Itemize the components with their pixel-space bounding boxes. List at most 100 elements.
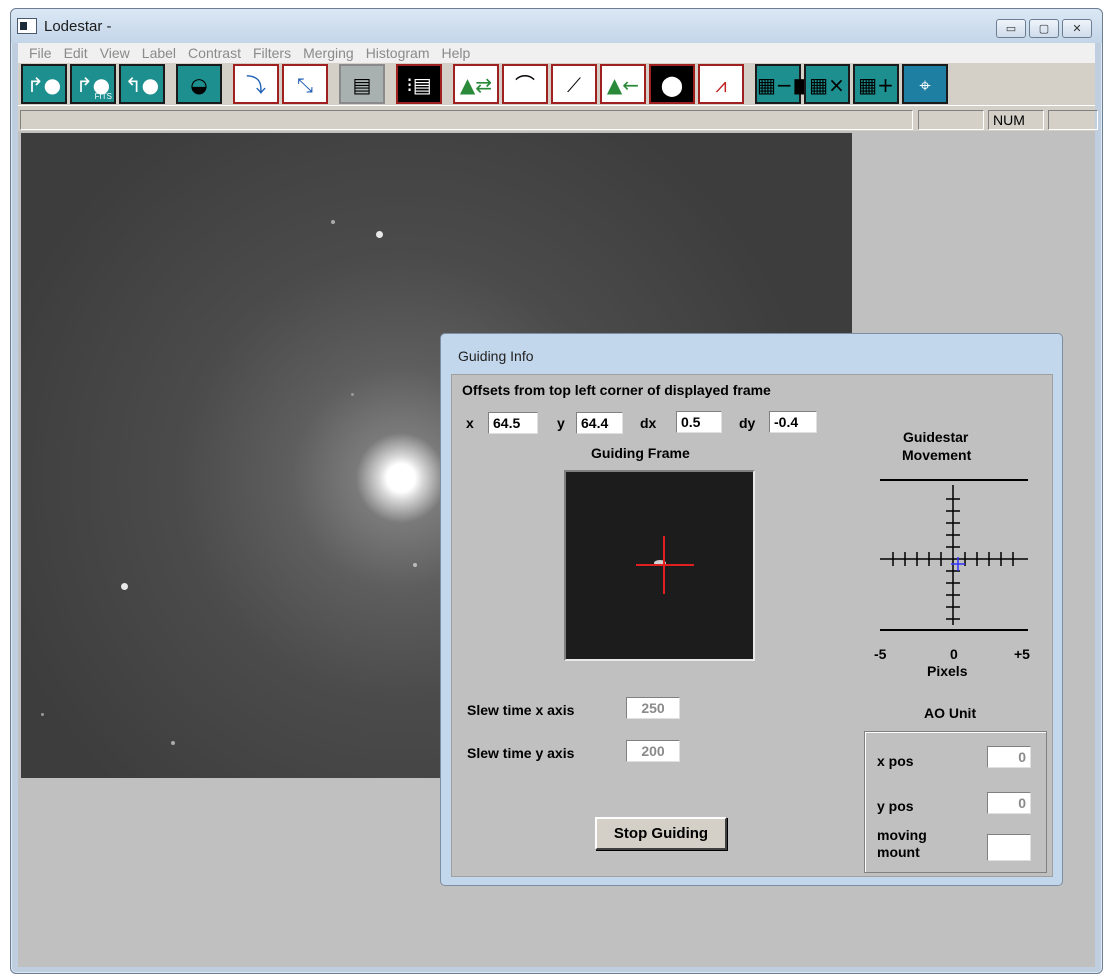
status-num-indicator: NUM <box>988 110 1044 130</box>
import-button[interactable]: ⤵ <box>233 64 279 104</box>
multiply-icon: ▦× <box>809 73 845 97</box>
menu-merging[interactable]: Merging <box>297 43 360 63</box>
slew-y-label: Slew time y axis <box>467 745 575 761</box>
telescope-button[interactable]: ⌖ <box>902 64 948 104</box>
open-file-icon: ↱● <box>26 73 62 97</box>
close-button[interactable]: ✕ <box>1062 19 1092 38</box>
dx-label: dx <box>640 415 657 431</box>
star <box>41 713 44 716</box>
save-file-icon: ↰● <box>124 73 160 97</box>
pixels-label: Pixels <box>927 663 968 679</box>
circle-icon: ⬤ <box>660 73 684 97</box>
menu-edit[interactable]: Edit <box>58 43 94 63</box>
menu-label[interactable]: Label <box>136 43 182 63</box>
x-label: x <box>466 415 474 431</box>
star <box>376 231 383 238</box>
dy-label: dy <box>739 415 756 431</box>
stars-icon: ⁝▤ <box>406 73 432 97</box>
menu-file[interactable]: File <box>23 43 58 63</box>
menu-help[interactable]: Help <box>435 43 476 63</box>
info-button[interactable]: ▤ <box>339 64 385 104</box>
guiding-frame-view <box>564 470 755 661</box>
ao-x-field[interactable]: 0 <box>987 746 1031 768</box>
title-bar[interactable]: Lodestar - ▭ ▢ ✕ <box>11 9 1102 43</box>
dx-field[interactable]: 0.5 <box>676 411 722 433</box>
status-bar: NUM <box>18 105 1098 131</box>
menu-view[interactable]: View <box>94 43 136 63</box>
menu-filters[interactable]: Filters <box>247 43 297 63</box>
curve-icon: ⌒ <box>515 73 535 97</box>
histogram-stretch-button[interactable]: ▲⇄ <box>453 64 499 104</box>
ao-unit-group: x pos 0 y pos 0 moving mount <box>864 731 1047 873</box>
slew-x-label: Slew time x axis <box>467 702 575 718</box>
x-offset-field[interactable]: 64.5 <box>488 412 538 434</box>
open-file-button[interactable]: ↱● <box>21 64 67 104</box>
subtract-button[interactable]: ▦−■ <box>755 64 812 104</box>
minimize-button[interactable]: ▭ <box>996 19 1026 38</box>
guiding-info-dialog: Guiding Info Offsets from top left corne… <box>440 333 1063 886</box>
moving-mount-field[interactable] <box>987 834 1031 861</box>
histogram-shift-button[interactable]: ▲← <box>600 64 646 104</box>
open-fits-button[interactable]: ↱● FITS <box>70 64 116 104</box>
y-offset-field[interactable]: 64.4 <box>576 412 623 434</box>
stop-guiding-button[interactable]: Stop Guiding <box>595 817 727 850</box>
circle-button[interactable]: ⬤ <box>649 64 695 104</box>
ao-y-label: y pos <box>877 798 914 814</box>
slew-y-field[interactable]: 200 <box>626 740 680 762</box>
dy-field[interactable]: -0.4 <box>769 411 817 433</box>
moving-mount-label-2: mount <box>877 844 920 860</box>
app-icon <box>17 18 37 34</box>
peak-icon: ⩘ <box>715 73 727 97</box>
linear-stretch-button[interactable]: ⟋ <box>551 64 597 104</box>
scale-button[interactable]: ⤡ <box>282 64 328 104</box>
subtract-icon: ▦−■ <box>757 73 812 97</box>
movement-axes <box>880 485 1028 625</box>
guiding-frame-label: Guiding Frame <box>591 445 690 461</box>
menu-histogram[interactable]: Histogram <box>360 43 436 63</box>
menu-bar: File Edit View Label Contrast Filters Me… <box>18 43 1095 63</box>
telescope-icon: ⌖ <box>919 73 931 97</box>
dialog-body: Offsets from top left corner of displaye… <box>451 374 1053 877</box>
scale-min-label: -5 <box>874 646 887 662</box>
offsets-heading: Offsets from top left corner of displaye… <box>462 382 771 398</box>
scale-mid-label: 0 <box>950 646 958 662</box>
stars-button[interactable]: ⁝▤ <box>396 64 442 104</box>
info-icon: ▤ <box>352 73 372 97</box>
star <box>413 563 417 567</box>
guidestar-movement-plot <box>880 479 1028 631</box>
dialog-title: Guiding Info <box>458 348 534 364</box>
linear-stretch-icon: ⟋ <box>567 73 581 97</box>
add-button[interactable]: ▦+ <box>853 64 899 104</box>
save-file-button[interactable]: ↰● <box>119 64 165 104</box>
scale-icon: ⤡ <box>297 73 313 97</box>
movement-label-1: Guidestar <box>903 429 969 445</box>
star <box>331 220 335 224</box>
moving-mount-label-1: moving <box>877 827 927 843</box>
curve-button[interactable]: ⌒ <box>502 64 548 104</box>
ao-x-label: x pos <box>877 753 914 769</box>
multiply-button[interactable]: ▦× <box>804 64 850 104</box>
ao-unit-label: AO Unit <box>924 705 977 721</box>
maximize-button[interactable]: ▢ <box>1029 19 1059 38</box>
y-label: y <box>557 415 565 431</box>
star <box>351 393 354 396</box>
status-message-panel <box>20 110 913 130</box>
histogram-stretch-icon: ▲⇄ <box>459 73 493 97</box>
star <box>121 583 128 590</box>
histogram-shift-icon: ▲← <box>606 73 640 97</box>
filter-icon: ◒ <box>190 73 208 97</box>
add-icon: ▦+ <box>858 73 894 97</box>
toolbar: ↱● ↱● FITS ↰● ◒ ⤵ ⤡ ▤ ⁝▤ ▲⇄ ⌒ ⟋ ▲← ⬤ ⩘ ▦… <box>18 63 1095 105</box>
status-panel-blank <box>918 110 984 130</box>
peak-button[interactable]: ⩘ <box>698 64 744 104</box>
window-title: Lodestar - <box>44 18 112 35</box>
ao-y-field[interactable]: 0 <box>987 792 1031 814</box>
slew-x-field[interactable]: 250 <box>626 697 680 719</box>
status-panel-end <box>1048 110 1098 130</box>
import-icon: ⤵ <box>246 73 266 97</box>
menu-contrast[interactable]: Contrast <box>182 43 247 63</box>
scale-max-label: +5 <box>1014 646 1030 662</box>
star <box>171 741 175 745</box>
filter-button[interactable]: ◒ <box>176 64 222 104</box>
crosshair-icon <box>636 536 694 594</box>
